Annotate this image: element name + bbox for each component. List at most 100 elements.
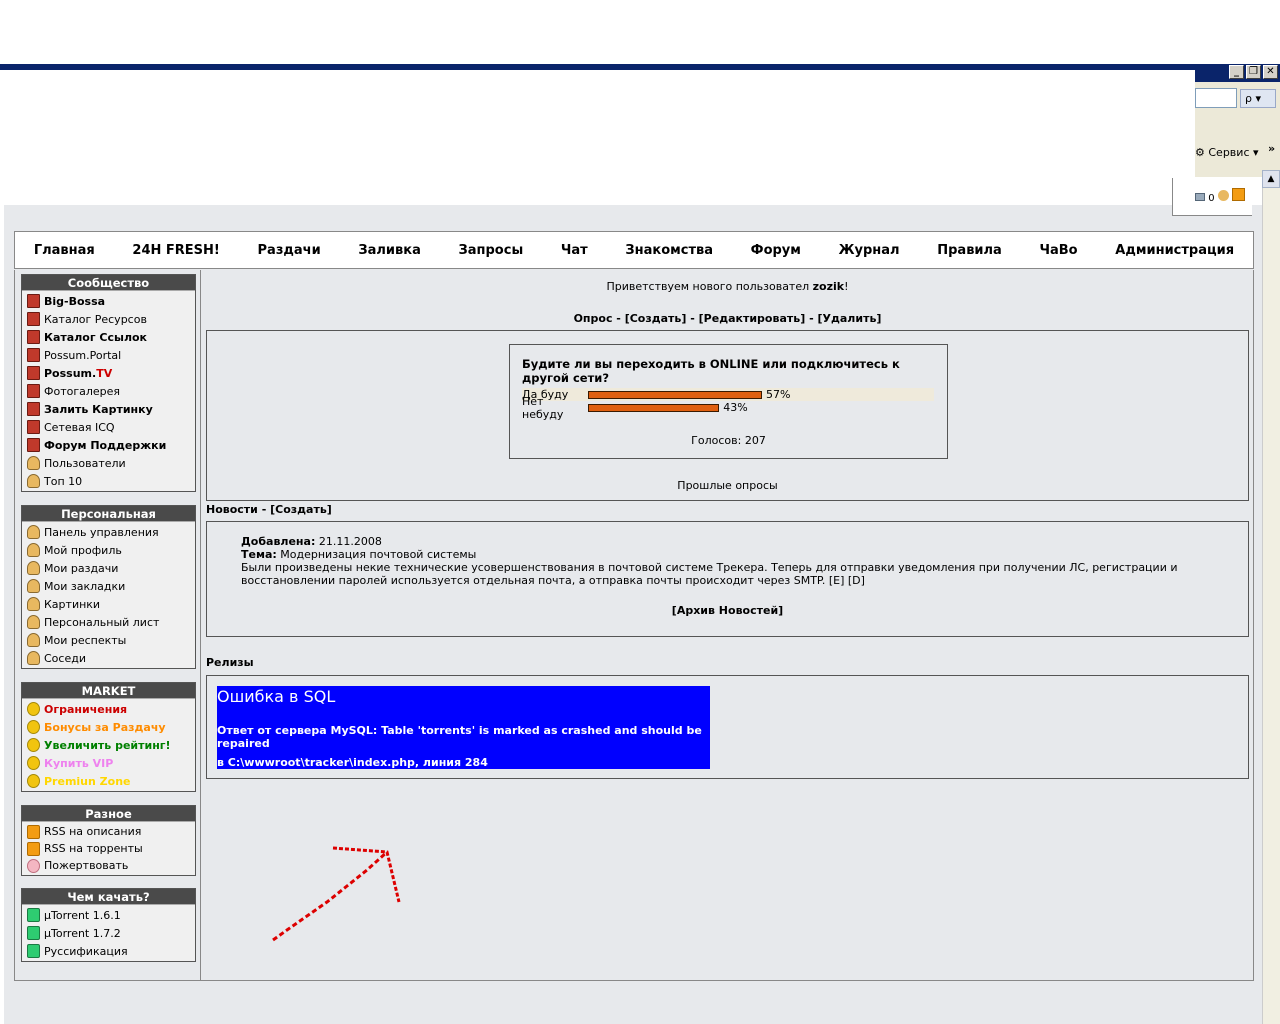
users-icon[interactable] [1217, 190, 1229, 201]
news-topic: Модернизация почтовой системы [280, 548, 477, 561]
sidebar-item[interactable]: Топ 10 [22, 472, 195, 490]
poll-edit-link[interactable]: [Редактировать] [699, 312, 806, 325]
nav-link[interactable]: Заливка [358, 243, 420, 258]
sidebar-item[interactable]: RSS на описания [22, 823, 195, 840]
sidebar-item-label: Possum.TV [44, 366, 113, 380]
download-icon [27, 944, 40, 958]
nav-link[interactable]: Запросы [459, 243, 524, 258]
market-box: MARKET Ограничения Бонусы за Раздачу Увели… [21, 682, 196, 792]
sidebar-item[interactable]: Картинки [22, 595, 195, 613]
page-bottom-border [14, 980, 1254, 981]
poll-option-row: Нет небуду 43% [522, 395, 934, 421]
search-input[interactable] [1195, 88, 1237, 108]
news-date-line: Добавлена: 21.11.2008 [241, 535, 382, 548]
welcome-user[interactable]: zozik [813, 280, 844, 293]
sidebar-item[interactable]: µTorrent 1.6.1 [22, 906, 195, 924]
sidebar-item[interactable]: Каталог Ссылок [22, 328, 195, 346]
sidebar-item[interactable]: RSS на торренты [22, 840, 195, 857]
book-icon [27, 420, 40, 434]
scroll-up-button[interactable]: ▲ [1262, 170, 1280, 188]
sidebar-item[interactable]: Premiun Zone [22, 772, 195, 790]
sidebar-item-label: RSS на торренты [44, 842, 143, 855]
nav-link[interactable]: 24H FRESH! [132, 243, 219, 258]
search-button[interactable]: ρ ▾ [1240, 89, 1276, 108]
sidebar-item[interactable]: Руссификация [22, 942, 195, 960]
sidebar-item[interactable]: Пользователи [22, 454, 195, 472]
nav-link[interactable]: Администрация [1115, 243, 1234, 258]
sidebar-item-label: Купить VIP [44, 756, 114, 770]
nav-link[interactable]: Раздачи [258, 243, 321, 258]
sidebar-item-label: Ограничения [44, 702, 128, 716]
sidebar-item[interactable]: Мои респекты [22, 631, 195, 649]
sidebar-item[interactable]: Залить Картинку [22, 400, 195, 418]
sidebar-item[interactable]: Увеличить рейтинг! [22, 736, 195, 754]
service-menu[interactable]: ⚙ Сервис ▾ [1195, 146, 1259, 159]
sidebar-item-label: Фотогалерея [44, 384, 121, 398]
sidebar-item-label: Топ 10 [44, 474, 83, 488]
rss-icon[interactable] [1231, 188, 1245, 201]
news-body: Были произведены некие технические усове… [241, 561, 1231, 587]
main-navigation: Главная 24H FRESH! Раздачи Заливка Запросы Ча… [14, 231, 1254, 269]
community-list: Big-Bossa Каталог Ресурсов Каталог Ссылок P… [22, 291, 195, 491]
nav-link[interactable]: Знакомства [625, 243, 713, 258]
sidebar-item-label: Соседи [44, 651, 86, 665]
close-button[interactable]: ✕ [1263, 65, 1278, 79]
nav-link[interactable]: Правила [937, 243, 1002, 258]
sidebar-item[interactable]: Форум Поддержки [22, 436, 195, 454]
sidebar-item-label: Увеличить рейтинг! [44, 738, 171, 752]
nav-link[interactable]: ЧаВо [1040, 243, 1078, 258]
news-edit-link[interactable]: [E] [829, 574, 845, 587]
nav-link[interactable]: Форум [751, 243, 801, 258]
nav-link[interactable]: Главная [34, 243, 95, 258]
minimize-button[interactable]: _ [1229, 65, 1244, 79]
coin-icon [27, 738, 40, 752]
sidebar-item[interactable]: Персональный лист [22, 613, 195, 631]
more-chevron[interactable]: » [1268, 142, 1275, 155]
news-delete-link[interactable]: [D] [848, 574, 865, 587]
vertical-scrollbar[interactable] [1262, 170, 1280, 1024]
poll-option-label: Нет небуду [522, 394, 564, 421]
sidebar-item[interactable]: Big-Bossa [22, 292, 195, 310]
clients-list: µTorrent 1.6.1 µTorrent 1.7.2 Руссификация [22, 905, 195, 961]
gear-icon: ⚙ [1195, 146, 1205, 159]
sidebar-item[interactable]: Мои закладки [22, 577, 195, 595]
poll-delete-link[interactable]: [Удалить] [817, 312, 881, 325]
sidebar-item[interactable]: Бонусы за Раздачу [22, 718, 195, 736]
main-content: Приветствуем нового пользовател zozik! О… [201, 270, 1254, 981]
news-added-label: Добавлена: [241, 535, 316, 548]
sidebar-item[interactable]: Ограничения [22, 700, 195, 718]
poll-create-link[interactable]: [Создать] [625, 312, 687, 325]
red-arrow-annotation [272, 846, 401, 942]
users-icon [27, 474, 40, 488]
restore-button[interactable]: ❐ [1246, 65, 1261, 79]
sidebar-item[interactable]: Possum.TV [22, 364, 195, 382]
news-archive-link[interactable]: [Архив Новостей] [207, 604, 1248, 617]
sidebar-item[interactable]: Панель управления [22, 523, 195, 541]
sidebar-item[interactable]: µTorrent 1.7.2 [22, 924, 195, 942]
sidebar-item[interactable]: Каталог Ресурсов [22, 310, 195, 328]
personal-box: Персональная Панель управления Мой профил… [21, 505, 196, 669]
sidebar-item[interactable]: Купить VIP [22, 754, 195, 772]
mail-icon[interactable] [1195, 193, 1205, 201]
poll-votes: Голосов: 207 [691, 434, 766, 447]
sidebar-item[interactable]: Фотогалерея [22, 382, 195, 400]
sidebar-item[interactable]: Possum.Portal [22, 346, 195, 364]
sidebar-item-label: Premiun Zone [44, 774, 131, 788]
rss-icon [27, 824, 40, 839]
sidebar-item[interactable]: Мой профиль [22, 541, 195, 559]
sidebar-item[interactable]: Мои раздачи [22, 559, 195, 577]
nav-link[interactable]: Чат [561, 243, 588, 258]
misc-title: Разное [22, 806, 195, 822]
news-create-link[interactable]: [Создать] [270, 503, 332, 516]
sidebar-item-label: Залить Картинку [44, 402, 153, 416]
users-icon [27, 456, 40, 470]
news-topic-line: Тема: Модернизация почтовой системы [241, 548, 476, 561]
nav-link[interactable]: Журнал [839, 243, 900, 258]
poll-percent: 57% [766, 388, 791, 401]
sidebar-item[interactable]: Пожертвовать [22, 857, 195, 874]
past-polls-link[interactable]: Прошлые опросы [207, 479, 1248, 492]
user-icon [27, 615, 40, 629]
sidebar-item-label: Форум Поддержки [44, 438, 167, 452]
sidebar-item[interactable]: Сетевая ICQ [22, 418, 195, 436]
sidebar-item[interactable]: Соседи [22, 649, 195, 667]
